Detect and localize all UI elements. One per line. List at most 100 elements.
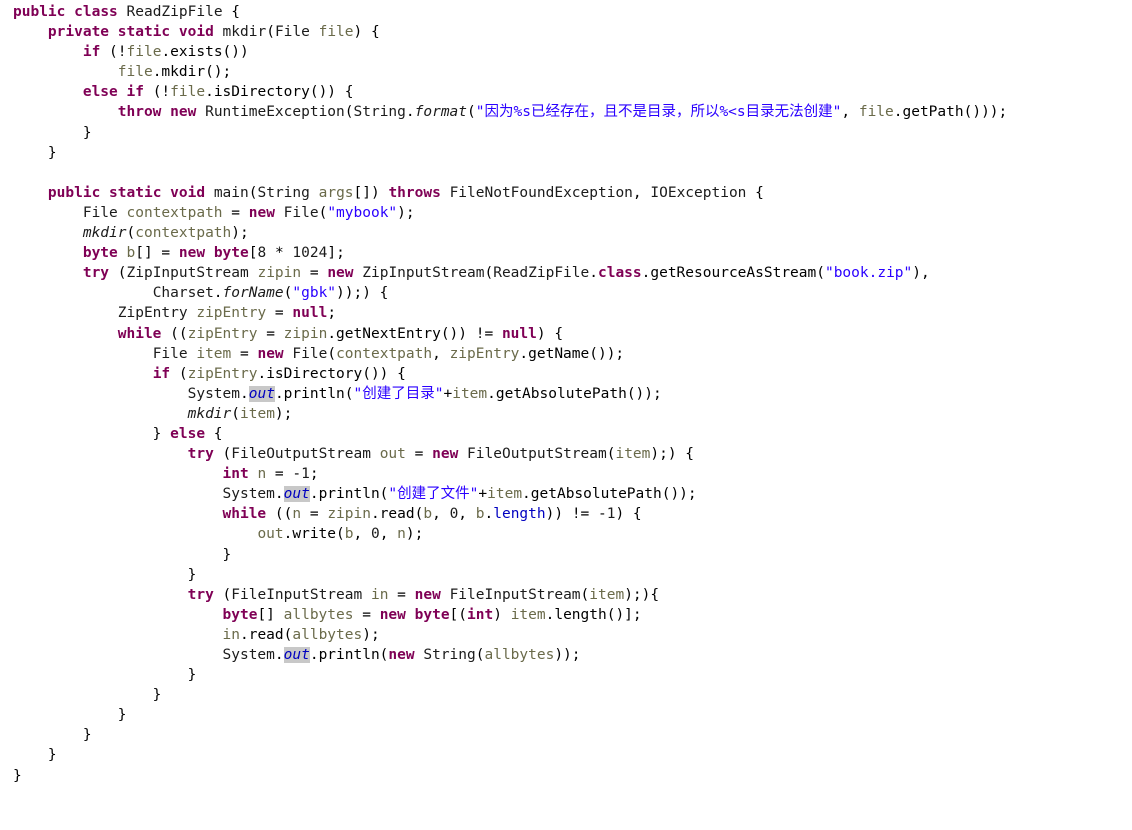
code-token-punctuation: ) { [536,325,564,342]
code-token-variable: out [257,526,284,543]
code-token-punctuation [13,245,83,261]
code-token-variable: file [170,84,206,101]
code-line[interactable]: private static void mkdir(File file) { [13,22,1132,42]
code-line[interactable]: } [13,143,1132,163]
code-line[interactable]: while ((n = zipin.read(b, 0, b.length)) … [13,504,1132,524]
code-line[interactable]: } [13,766,1132,786]
code-token-type: File [274,24,310,41]
code-line[interactable]: if (!file.exists()) [13,42,1132,62]
code-line[interactable]: } [13,665,1132,685]
code-token-occurrence-highlight[interactable]: out [248,385,275,402]
code-token-type: FileOutputStream [231,446,371,463]
code-token-keyword: private [47,24,110,41]
code-token-method: forName [222,285,284,302]
code-line[interactable]: } [13,545,1132,565]
code-token-variable: zipEntry [187,365,258,382]
code-token-occurrence-highlight[interactable]: out [283,486,310,503]
code-line[interactable]: in.read(allbytes); [13,625,1132,645]
code-line[interactable]: } [13,565,1132,585]
code-token-keyword: null [501,325,537,342]
code-token-punctuation: = [353,606,380,623]
code-token-type: RuntimeException [205,104,345,121]
code-token-variable: item [487,486,523,503]
code-token-punctuation [13,326,118,342]
code-token-variable: allbytes [484,647,555,663]
code-line[interactable]: mkdir(contextpath); [13,223,1132,243]
code-line[interactable]: } [13,685,1132,705]
code-line[interactable]: mkdir(item); [13,404,1132,424]
code-token-keyword: byte [414,606,450,623]
code-token-type: IOException [650,184,747,201]
code-line[interactable]: Charset.forName("gbk"));) { [13,283,1132,303]
code-line[interactable]: public static void main(String args[]) t… [13,183,1132,203]
code-token-punctuation: ); [405,526,424,543]
code-token-keyword: null [292,305,328,322]
code-token-occurrence-highlight[interactable]: out [283,647,310,663]
code-line[interactable]: try (FileOutputStream out = new FileOutp… [13,444,1132,464]
code-line[interactable]: } [13,745,1132,765]
code-line[interactable]: } [13,725,1132,745]
code-line[interactable]: try (FileInputStream in = new FileInputS… [13,585,1132,605]
code-line[interactable]: } else { [13,424,1132,444]
code-line[interactable]: ZipEntry zipEntry = null; [13,303,1132,323]
code-token-punctuation [275,205,284,221]
code-line[interactable]: while ((zipEntry = zipin.getNextEntry())… [13,324,1132,344]
code-token-number: 1024 [292,245,328,262]
code-line[interactable]: public class ReadZipFile { [13,2,1132,22]
code-line[interactable]: File contextpath = new File("mybook"); [13,203,1132,223]
code-token-punctuation: } [13,124,92,141]
code-line[interactable]: System.out.println(new String(allbytes))… [13,645,1132,665]
code-token-punctuation: { [205,425,223,442]
code-token-punctuation [13,346,153,362]
code-token-type: FileInputStream [449,586,581,603]
code-token-type: ZipInputStream [126,265,249,282]
code-line[interactable] [13,163,1132,183]
code-token-variable: b [423,506,433,523]
code-token-variable: args [318,184,354,201]
code-token-punctuation [13,265,83,281]
code-token-variable: zipEntry [196,305,267,322]
code-token-punctuation: .getPath())); [893,104,1008,121]
code-token-variable: item [589,586,625,603]
code-token-punctuation [161,104,170,120]
code-token-punctuation [13,647,223,663]
code-line[interactable]: out.write(b, 0, n); [13,524,1132,544]
code-token-keyword: void [170,184,206,201]
code-token-number: 0 [370,526,380,543]
code-token-punctuation: , [432,345,450,362]
code-token-keyword: new [414,586,441,603]
code-line[interactable]: byte b[] = new byte[8 * 1024]; [13,243,1132,263]
code-line[interactable]: file.mkdir(); [13,62,1132,82]
code-token-punctuation: .read( [370,506,424,523]
code-line[interactable]: System.out.println("创建了目录"+item.getAbsol… [13,384,1132,404]
code-token-type: ReadZipFile [493,265,590,282]
code-line[interactable]: if (zipEntry.isDirectory()) { [13,364,1132,384]
code-token-punctuation [371,446,380,462]
code-token-punctuation: .isDirectory()) { [257,365,406,382]
code-token-punctuation: } [13,687,162,704]
code-line[interactable]: throw new RuntimeException(String.format… [13,102,1132,122]
code-token-punctuation: , [841,104,859,121]
code-line[interactable]: System.out.println("创建了文件"+item.getAbsol… [13,484,1132,504]
code-token-punctuation: (( [161,325,188,342]
code-token-punctuation: ); [231,225,249,242]
code-line[interactable]: try (ZipInputStream zipin = new ZipInput… [13,263,1132,283]
code-token-keyword: if [152,365,171,382]
code-token-punctuation [13,506,223,522]
code-line[interactable]: File item = new File(contextpath, zipEnt… [13,344,1132,364]
code-token-punctuation: .read( [239,626,293,643]
code-line[interactable]: } [13,123,1132,143]
code-token-variable: file [117,64,153,81]
code-token-punctuation: , [432,506,450,523]
code-token-variable: n [292,506,302,523]
code-line[interactable]: byte[] allbytes = new byte[(int) item.le… [13,605,1132,625]
code-token-punctuation [13,486,223,502]
code-line[interactable]: int n = -1; [13,464,1132,484]
code-editor-viewport[interactable]: public class ReadZipFile { private stati… [0,0,1132,786]
code-line[interactable]: else if (!file.isDirectory()) { [13,82,1132,102]
code-token-punctuation: * [266,245,293,262]
code-line[interactable]: } [13,705,1132,725]
code-token-keyword: class [74,4,118,20]
code-token-punctuation [13,24,48,40]
code-token-punctuation [13,104,118,120]
